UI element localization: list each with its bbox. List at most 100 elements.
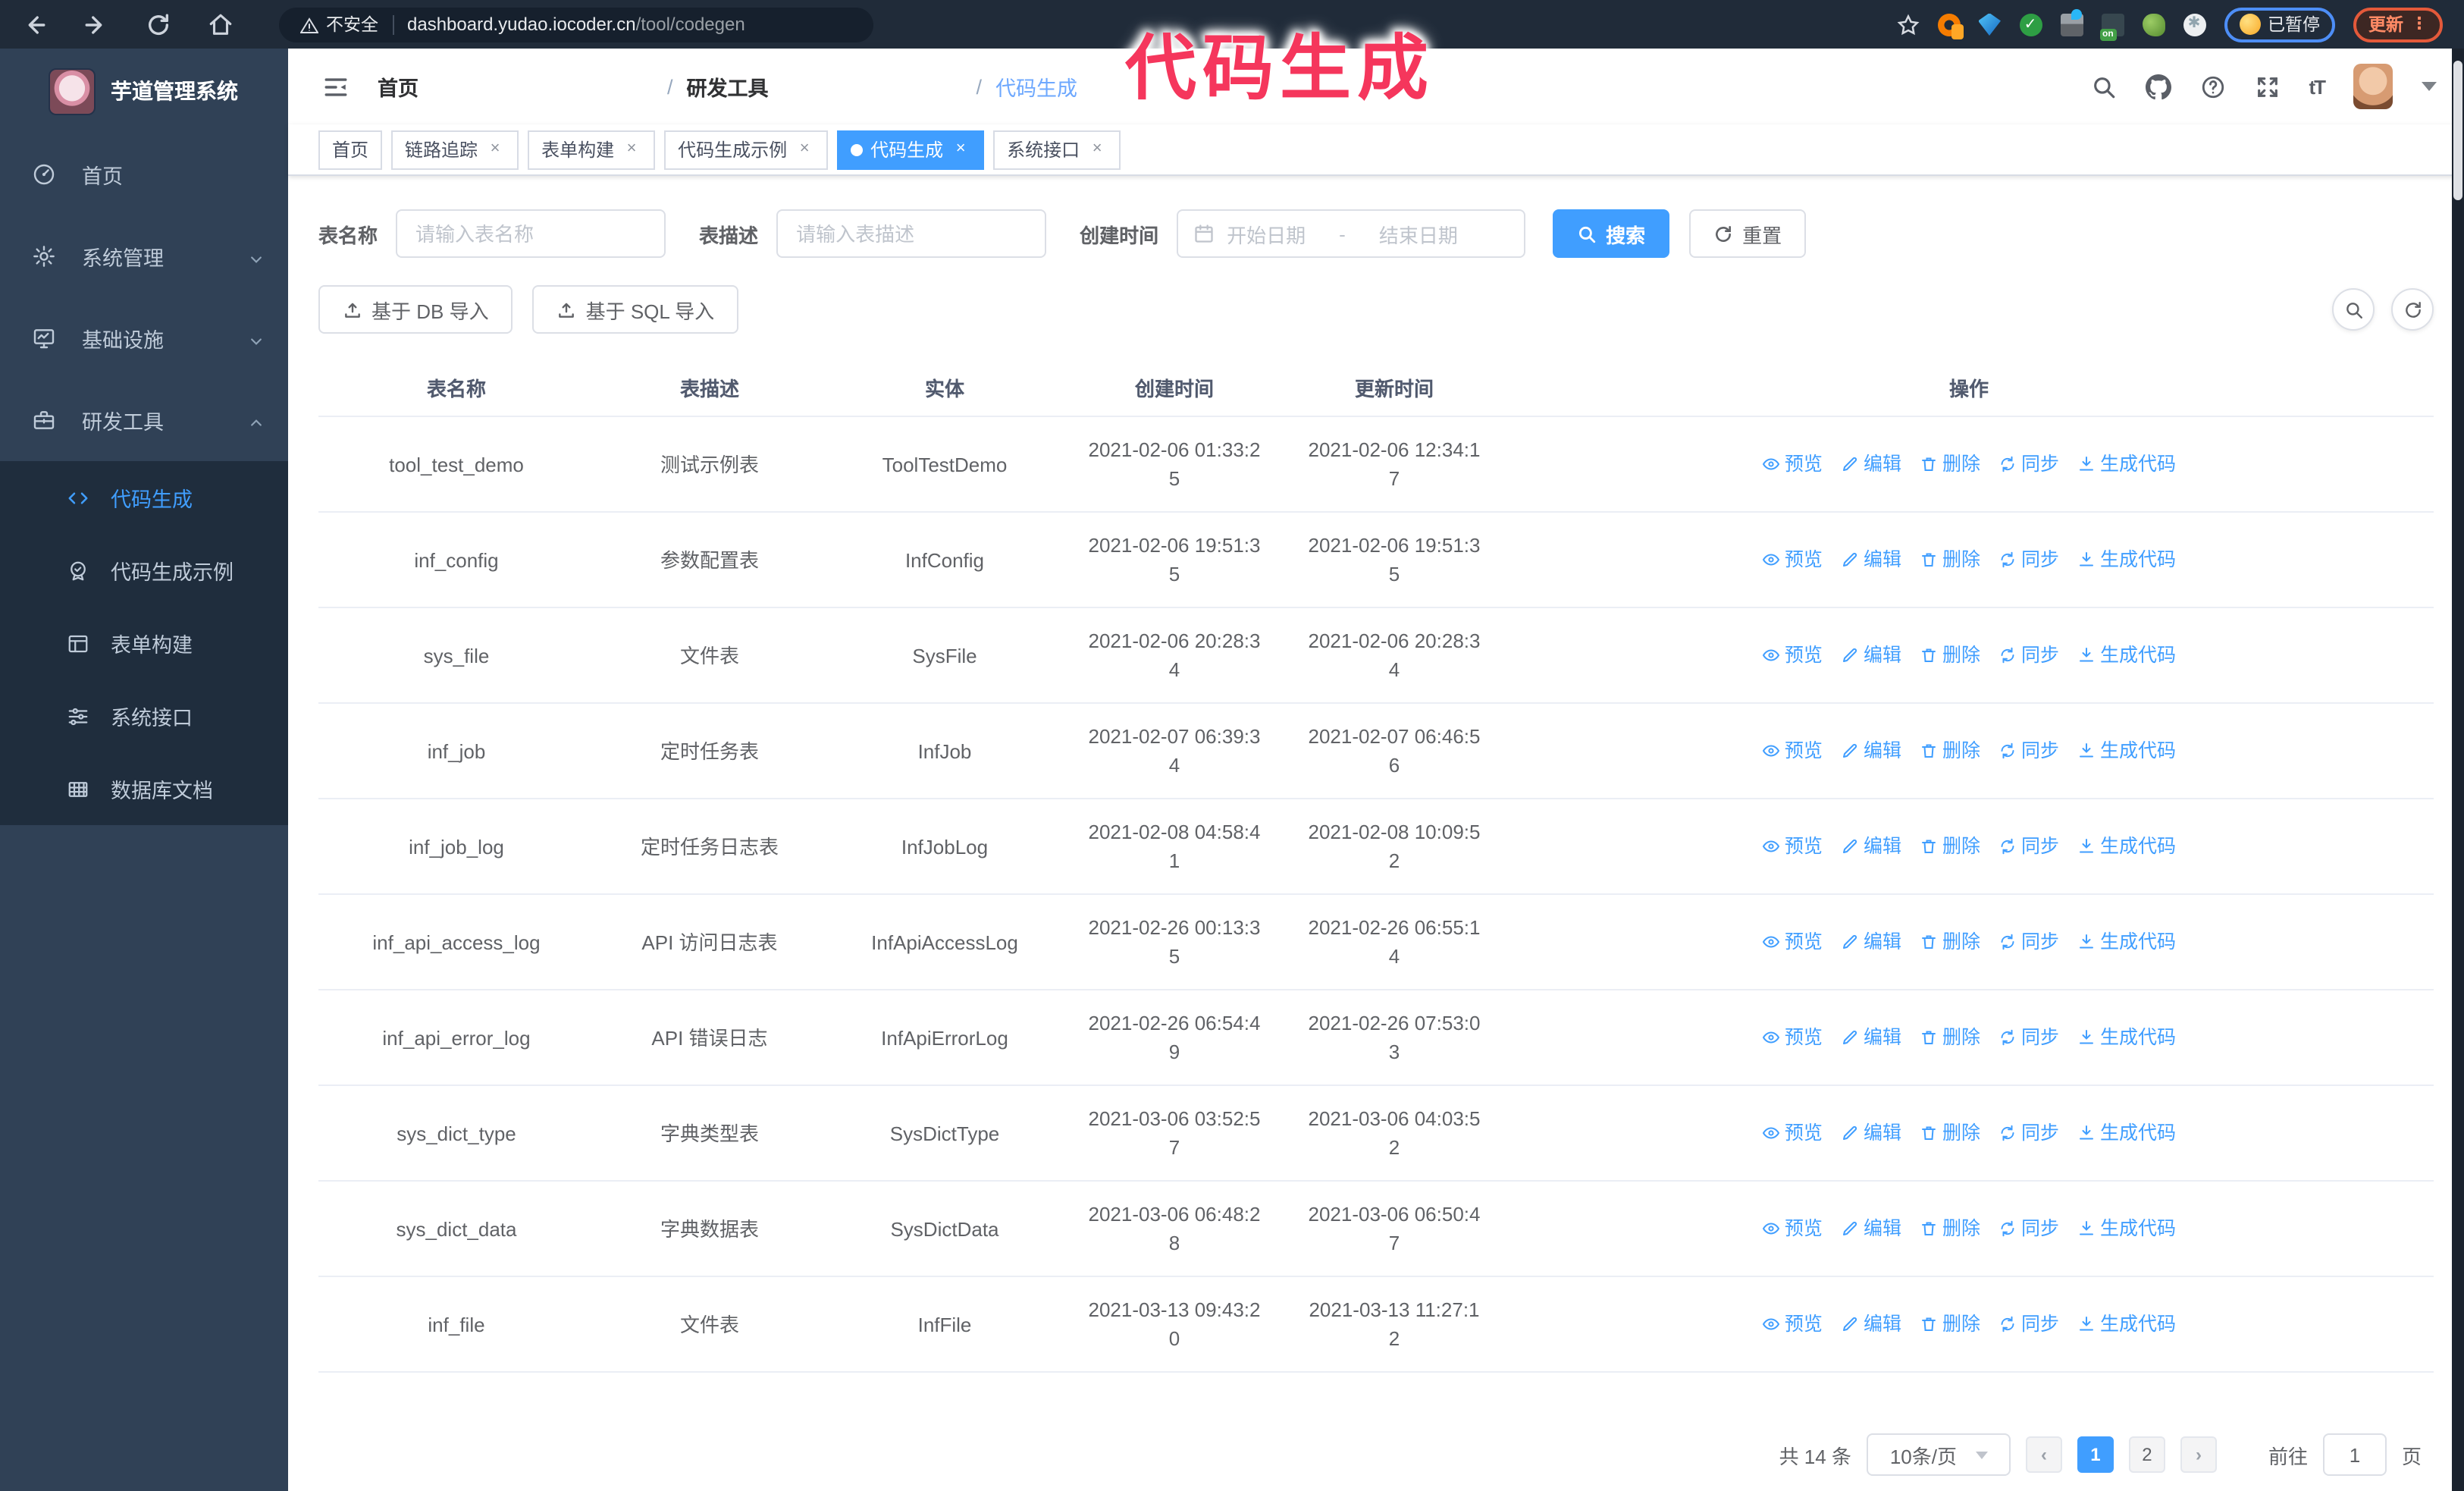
sync-link[interactable]: 同步: [1998, 450, 2059, 479]
sidebar-item-codegen[interactable]: 代码生成: [0, 461, 288, 534]
delete-link[interactable]: 删除: [1920, 1310, 1980, 1339]
delete-link[interactable]: 删除: [1920, 1023, 1980, 1052]
delete-link[interactable]: 删除: [1920, 928, 1980, 956]
preview-link[interactable]: 预览: [1762, 1310, 1823, 1339]
browser-update-button[interactable]: 更新 ⋮: [2353, 7, 2443, 42]
github-icon[interactable]: [2145, 74, 2171, 99]
preview-link[interactable]: 预览: [1762, 928, 1823, 956]
preview-link[interactable]: 预览: [1762, 450, 1823, 479]
bookmark-star-icon[interactable]: [1896, 13, 1919, 36]
refresh-table-button[interactable]: [2391, 288, 2434, 331]
search-button[interactable]: 搜索: [1553, 209, 1670, 258]
table-name-input[interactable]: [396, 209, 666, 258]
search-icon[interactable]: [2090, 74, 2116, 99]
range-end-placeholder[interactable]: 结束日期: [1379, 219, 1458, 248]
user-avatar[interactable]: [2353, 64, 2393, 109]
edit-link[interactable]: 编辑: [1841, 1023, 1901, 1052]
scrollbar-thumb[interactable]: [2453, 61, 2462, 200]
sync-link[interactable]: 同步: [1998, 1310, 2059, 1339]
delete-link[interactable]: 删除: [1920, 545, 1980, 574]
generate-code-link[interactable]: 生成代码: [2077, 928, 2176, 956]
sync-link[interactable]: 同步: [1998, 928, 2059, 956]
tab-tracing[interactable]: 链路追踪 ×: [391, 130, 519, 169]
extension-icon-1[interactable]: [1937, 13, 1963, 39]
delete-link[interactable]: 删除: [1920, 1214, 1980, 1243]
sync-link[interactable]: 同步: [1998, 832, 2059, 861]
close-icon[interactable]: ×: [622, 140, 641, 159]
table-desc-input[interactable]: [776, 209, 1047, 258]
not-secure-label[interactable]: 不安全: [326, 12, 378, 36]
tab-form-builder[interactable]: 表单构建 ×: [528, 130, 656, 169]
help-icon[interactable]: [2199, 74, 2225, 99]
sidebar-item-system-api[interactable]: 系统接口: [0, 680, 288, 752]
generate-code-link[interactable]: 生成代码: [2077, 1214, 2176, 1243]
sidebar-item-devtools[interactable]: 研发工具: [0, 379, 288, 461]
user-menu-caret-icon[interactable]: [2422, 82, 2437, 91]
browser-forward-icon[interactable]: [83, 11, 109, 37]
address-bar[interactable]: 不安全 dashboard.yudao.iocoder.cn /tool/cod…: [279, 7, 873, 42]
sidebar-item-home[interactable]: 首页: [0, 133, 288, 215]
edit-link[interactable]: 编辑: [1841, 1119, 1901, 1147]
browser-reload-icon[interactable]: [146, 11, 171, 37]
generate-code-link[interactable]: 生成代码: [2077, 1023, 2176, 1052]
reset-button[interactable]: 重置: [1689, 209, 1807, 258]
page-button-2[interactable]: 2: [2128, 1436, 2165, 1473]
url-host[interactable]: dashboard.yudao.iocoder.cn: [407, 14, 636, 35]
app-logo-row[interactable]: 芋道管理系统: [0, 49, 288, 133]
browser-scrollbar[interactable]: [2452, 49, 2464, 1491]
edit-link[interactable]: 编辑: [1841, 736, 1901, 765]
delete-link[interactable]: 删除: [1920, 641, 1980, 670]
extension-icon-7[interactable]: ✱: [2183, 13, 2205, 36]
generate-code-link[interactable]: 生成代码: [2077, 1310, 2176, 1339]
sidebar-collapse-icon[interactable]: [323, 74, 349, 99]
sync-link[interactable]: 同步: [1998, 736, 2059, 765]
font-size-icon[interactable]: tT: [2309, 75, 2326, 98]
generate-code-link[interactable]: 生成代码: [2077, 1119, 2176, 1147]
delete-link[interactable]: 删除: [1920, 736, 1980, 765]
edit-link[interactable]: 编辑: [1841, 545, 1901, 574]
generate-code-link[interactable]: 生成代码: [2077, 832, 2176, 861]
delete-link[interactable]: 删除: [1920, 450, 1980, 479]
extension-icon-5[interactable]: on: [2099, 13, 2124, 40]
tab-codegen[interactable]: 代码生成 ×: [837, 130, 985, 169]
range-start-placeholder[interactable]: 开始日期: [1227, 219, 1306, 248]
close-icon[interactable]: ×: [1087, 140, 1107, 159]
browser-back-icon[interactable]: [21, 11, 47, 37]
preview-link[interactable]: 预览: [1762, 1119, 1823, 1147]
tab-codegen-example[interactable]: 代码生成示例 ×: [664, 130, 829, 169]
sync-link[interactable]: 同步: [1998, 545, 2059, 574]
import-db-button[interactable]: 基于 DB 导入: [318, 285, 513, 334]
preview-link[interactable]: 预览: [1762, 1023, 1823, 1052]
browser-home-icon[interactable]: [208, 11, 234, 37]
breadcrumb-section[interactable]: 研发工具: [687, 71, 963, 102]
goto-page-input[interactable]: [2322, 1433, 2387, 1476]
edit-link[interactable]: 编辑: [1841, 928, 1901, 956]
tab-home[interactable]: 首页: [318, 130, 383, 169]
close-icon[interactable]: ×: [951, 140, 970, 159]
page-button-1[interactable]: 1: [2077, 1436, 2114, 1473]
sidebar-item-db-docs[interactable]: 数据库文档: [0, 752, 288, 825]
generate-code-link[interactable]: 生成代码: [2077, 450, 2176, 479]
close-icon[interactable]: ×: [795, 140, 814, 159]
extension-icon-2[interactable]: [1978, 13, 2001, 36]
close-icon[interactable]: ×: [485, 140, 505, 159]
sidebar-item-codegen-example[interactable]: 代码生成示例: [0, 534, 288, 607]
generate-code-link[interactable]: 生成代码: [2077, 736, 2176, 765]
sidebar-item-system[interactable]: 系统管理: [0, 215, 288, 297]
generate-code-link[interactable]: 生成代码: [2077, 641, 2176, 670]
sidebar-item-form-builder[interactable]: 表单构建: [0, 607, 288, 680]
preview-link[interactable]: 预览: [1762, 641, 1823, 670]
tab-system-api[interactable]: 系统接口 ×: [993, 130, 1121, 169]
delete-link[interactable]: 删除: [1920, 832, 1980, 861]
delete-link[interactable]: 删除: [1920, 1119, 1980, 1147]
sync-link[interactable]: 同步: [1998, 1023, 2059, 1052]
date-range-picker[interactable]: 开始日期 - 结束日期: [1177, 209, 1526, 258]
prev-page-button[interactable]: ‹: [2025, 1436, 2062, 1473]
edit-link[interactable]: 编辑: [1841, 1214, 1901, 1243]
edit-link[interactable]: 编辑: [1841, 450, 1901, 479]
toggle-search-button[interactable]: [2332, 288, 2375, 331]
extension-icon-6[interactable]: [2142, 13, 2165, 36]
generate-code-link[interactable]: 生成代码: [2077, 545, 2176, 574]
sync-link[interactable]: 同步: [1998, 1214, 2059, 1243]
preview-link[interactable]: 预览: [1762, 736, 1823, 765]
